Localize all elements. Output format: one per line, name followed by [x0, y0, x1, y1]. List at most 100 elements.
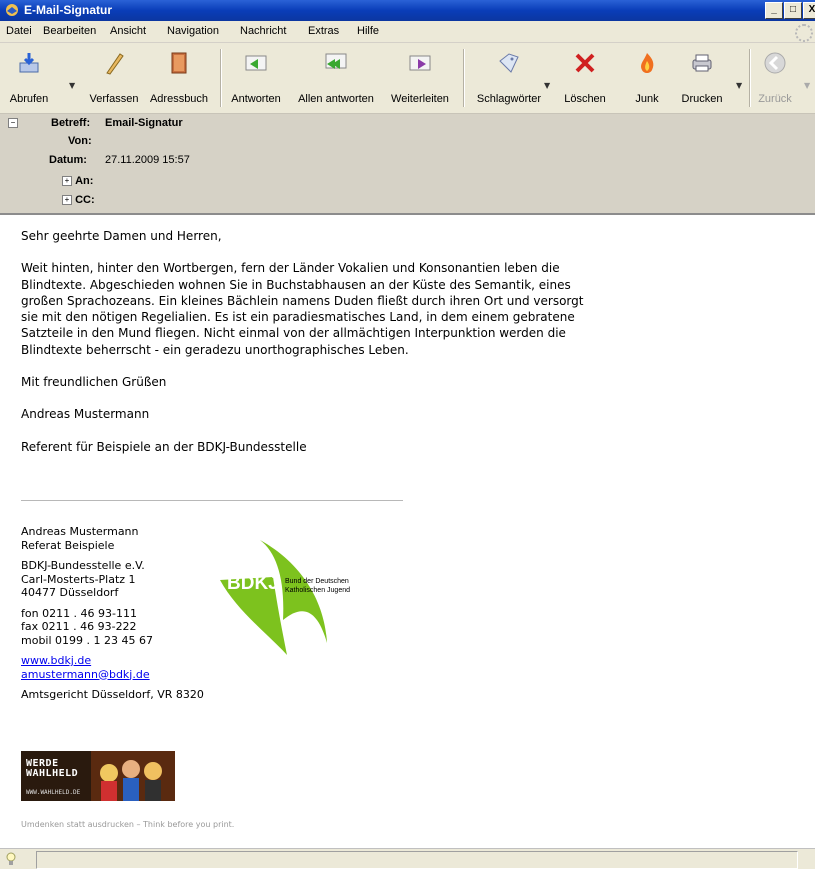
loeschen-label: Löschen	[564, 93, 606, 105]
sig-mobil: mobil 0199 . 1 23 45 67	[21, 633, 153, 647]
zurueck-dropdown-icon[interactable]: ▼	[804, 81, 810, 90]
sig-street: Carl-Mosterts-Platz 1	[21, 572, 136, 586]
forward-icon	[409, 55, 431, 71]
window-title: E-Mail-Signatur	[24, 3, 113, 17]
message-body[interactable]: Sehr geehrte Damen und Herren, Weit hint…	[0, 215, 815, 848]
schlagwoerter-label: Schlagwörter	[476, 93, 542, 105]
abrufen-dropdown-icon[interactable]: ▼	[69, 81, 75, 90]
banner-url: WWW.WAHLHELD.DE	[26, 789, 81, 796]
sig-dept: Referat Beispiele	[21, 538, 115, 552]
allen-antworten-button[interactable]: Allen antworten	[291, 43, 381, 113]
reply-all-icon	[325, 53, 347, 69]
signature-divider	[21, 500, 403, 501]
abrufen-label: Abrufen	[9, 93, 49, 105]
datum-label: Datum:	[49, 154, 87, 166]
banner-line2: WAHLHELD	[26, 768, 79, 779]
thunderbird-icon	[6, 4, 18, 16]
menu-bearbeiten[interactable]: Bearbeiten	[43, 25, 96, 37]
back-arrow-icon	[764, 52, 786, 74]
sig-name: Andreas Mustermann	[21, 525, 139, 538]
paragraph-line: sie mit den nötigen Regelialien. Es ist …	[21, 310, 575, 325]
body-paragraph: Weit hinten, hinter den Wortbergen, fern…	[21, 260, 583, 358]
sender-role: Referent für Beispiele an der BDKJ-Bunde…	[21, 439, 307, 454]
menu-bar: Datei Bearbeiten Ansicht Navigation Nach…	[0, 21, 815, 43]
von-label: Von:	[68, 135, 92, 147]
title-bar[interactable]: E-Mail-Signatur _ □ X	[0, 0, 815, 21]
website-link[interactable]: www.bdkj.de	[21, 654, 91, 667]
bdkj-logo-text: BDKJ	[227, 573, 279, 594]
verfassen-button[interactable]: Verfassen	[82, 43, 146, 113]
drucken-label: Drucken	[681, 93, 723, 105]
antworten-label: Antworten	[231, 93, 281, 105]
status-text-pane	[36, 851, 798, 869]
close-button[interactable]: X	[803, 2, 815, 19]
betreff-label: Betreff:	[51, 117, 91, 129]
menu-extras[interactable]: Extras	[308, 25, 339, 37]
menu-navigation[interactable]: Navigation	[167, 25, 219, 37]
verfassen-label: Verfassen	[89, 93, 139, 105]
junk-label: Junk	[635, 93, 659, 105]
greeting: Sehr geehrte Damen und Herren,	[21, 229, 222, 243]
an-label: An:	[75, 175, 94, 187]
paragraph-line: Weit hinten, hinter den Wortbergen, fern…	[21, 261, 560, 276]
message-header-pane: − Betreff: Email-Signatur Von: Datum: 27…	[0, 114, 815, 215]
toolbar-separator	[749, 49, 751, 107]
sig-org: BDKJ-Bundesstelle e.V.	[21, 559, 145, 572]
menu-hilfe[interactable]: Hilfe	[357, 25, 379, 37]
zurueck-label: Zurück	[758, 93, 792, 105]
date-value: 27.11.2009 15:57	[105, 154, 190, 166]
email-link[interactable]: amustermann@bdkj.de	[21, 668, 150, 681]
bdkj-logo-sub2: Katholischen Jugend	[285, 587, 350, 594]
paragraph-line: Satzteile in den Mund fliegen. Nicht ein…	[21, 326, 566, 341]
reply-icon	[245, 55, 267, 71]
tag-icon	[499, 53, 519, 73]
sender-name: Andreas Mustermann	[21, 407, 150, 422]
adressbuch-button[interactable]: Adressbuch	[146, 43, 212, 113]
drucken-dropdown-icon[interactable]: ▼	[736, 81, 742, 90]
schlagwoerter-dropdown-icon[interactable]: ▼	[544, 81, 550, 90]
adressbuch-label: Adressbuch	[149, 93, 209, 105]
sig-court: Amtsgericht Düsseldorf, VR 8320	[21, 688, 204, 701]
closing: Mit freundlichen Grüßen	[21, 375, 167, 390]
weiterleiten-label: Weiterleiten	[391, 93, 449, 105]
activity-throbber-icon	[795, 24, 813, 42]
toolbar: Abrufen ▼ Verfassen Adressbuch Antworten…	[0, 43, 815, 114]
zurueck-button[interactable]: Zurück	[752, 43, 798, 113]
print-footnote: Umdenken statt ausdrucken – Think before…	[21, 820, 235, 829]
maximize-button[interactable]: □	[784, 2, 802, 19]
paragraph-line: Blindtexte. Abgeschieden wohnen Sie in B…	[21, 277, 571, 292]
collapse-header-icon[interactable]: −	[8, 118, 18, 129]
lightbulb-icon	[6, 852, 16, 865]
bdkj-logo: BDKJ Bund der Deutschen Katholischen Jug…	[220, 540, 350, 655]
junk-button[interactable]: Junk	[628, 43, 666, 113]
menu-nachricht[interactable]: Nachricht	[240, 25, 286, 37]
bdkj-logo-sub1: Bund der Deutschen	[285, 578, 349, 585]
paragraph-line: Blindtexte beherrscht - ein geradezu uno…	[21, 342, 409, 357]
sig-city: 40477 Düsseldorf	[21, 586, 119, 599]
get-mail-icon	[19, 53, 39, 73]
status-bar	[0, 848, 815, 869]
sig-fon: fon 0211 . 46 93-111	[21, 606, 138, 620]
banner-characters-image	[91, 751, 175, 801]
cc-label: CC:	[75, 194, 95, 206]
wahlheld-banner[interactable]: WERDE WAHLHELD WWW.WAHLHELD.DE	[21, 751, 175, 801]
expand-cc-icon[interactable]: +	[62, 195, 72, 206]
menu-datei[interactable]: Datei	[6, 25, 32, 37]
antworten-button[interactable]: Antworten	[225, 43, 287, 113]
signature-block: Andreas Mustermann Referat Beispiele BDK…	[21, 525, 204, 709]
sig-fax: fax 0211 . 46 93-222	[21, 620, 137, 633]
abrufen-button[interactable]: Abrufen	[0, 43, 58, 113]
drucken-button[interactable]: Drucken	[676, 43, 728, 113]
schlagwoerter-button[interactable]: Schlagwörter	[470, 43, 548, 113]
menu-ansicht[interactable]: Ansicht	[110, 25, 146, 37]
compose-pencil-icon	[106, 53, 124, 75]
printer-icon	[692, 54, 712, 72]
address-book-icon	[171, 52, 187, 74]
allen-antworten-label: Allen antworten	[298, 93, 374, 105]
weiterleiten-button[interactable]: Weiterleiten	[384, 43, 456, 113]
loeschen-button[interactable]: Löschen	[560, 43, 610, 113]
paragraph-line: großen Sprachozeans. Ein kleines Bächlei…	[21, 293, 584, 308]
toolbar-separator	[220, 49, 222, 107]
minimize-button[interactable]: _	[765, 2, 783, 19]
expand-an-icon[interactable]: +	[62, 176, 72, 187]
